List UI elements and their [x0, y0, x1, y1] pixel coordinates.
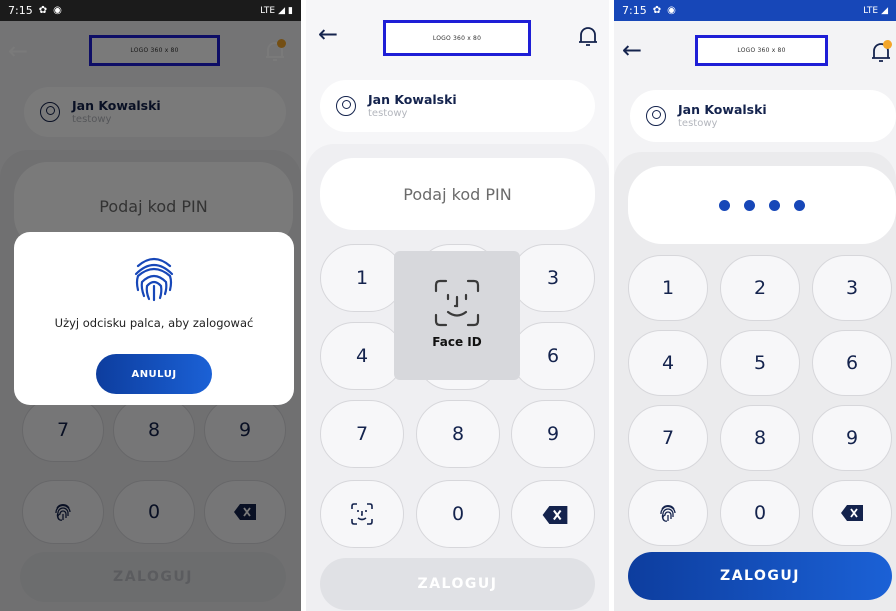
- key-5[interactable]: 5: [720, 330, 800, 396]
- key-1[interactable]: 1: [320, 244, 404, 312]
- key-2[interactable]: 2: [720, 255, 800, 321]
- fingerprint-key[interactable]: [628, 480, 708, 546]
- key-3[interactable]: 3: [511, 244, 595, 312]
- pin-display: [628, 166, 896, 244]
- settings-status-icon: ✿: [38, 4, 48, 16]
- network-label: LTE: [863, 5, 879, 16]
- pin-sheet: 1 2 3 4 5 6 7 8 9 0 ZALOGUJ: [614, 152, 896, 611]
- pin-dot: [794, 199, 805, 211]
- key-3[interactable]: 3: [812, 255, 892, 321]
- screen-pin-entered: 7:15 ✿ ◉ LTE ◢ ← LOGO 360 x 80 Jan Kowal…: [614, 0, 896, 611]
- cancel-button[interactable]: ANULUJ: [96, 354, 212, 394]
- signal-icon: ◢: [881, 5, 888, 16]
- fingerprint-icon: [660, 505, 676, 522]
- status-right: LTE ◢: [863, 6, 888, 16]
- signal-icon: ◢: [278, 5, 286, 16]
- header: ← LOGO 360 x 80: [306, 0, 609, 56]
- backspace-key[interactable]: [511, 480, 595, 548]
- pin-dots: [719, 199, 805, 211]
- bell-badge: [883, 40, 892, 49]
- pin-dot: [769, 199, 780, 211]
- bell-button[interactable]: [577, 24, 599, 48]
- back-button[interactable]: ←: [622, 38, 642, 62]
- user-card: Jan Kowalski testowy: [630, 90, 896, 142]
- faceid-key[interactable]: [320, 480, 404, 548]
- user-icon: [336, 96, 356, 116]
- faceid-caption: Face ID: [432, 335, 482, 349]
- key-7[interactable]: 7: [628, 405, 708, 471]
- user-card: Jan Kowalski testowy: [320, 80, 595, 132]
- notification-status-icon: ◉: [53, 4, 62, 16]
- faceid-overlay: Face ID: [394, 251, 520, 380]
- fingerprint-dialog: Użyj odcisku palca, aby zalogować ANULUJ: [14, 232, 294, 405]
- key-6[interactable]: 6: [511, 322, 595, 390]
- back-button[interactable]: ←: [318, 22, 338, 46]
- battery-icon: ▮: [288, 5, 293, 16]
- notification-status-icon: ◉: [667, 4, 676, 16]
- status-time: 7:15: [622, 4, 647, 17]
- key-8[interactable]: 8: [416, 400, 500, 468]
- faceid-icon: [351, 503, 373, 525]
- pin-dot: [744, 199, 755, 211]
- key-0[interactable]: 0: [720, 480, 800, 546]
- bell-button[interactable]: [870, 40, 892, 64]
- backspace-icon: [542, 506, 568, 524]
- status-bar: 7:15 ✿ ◉ LTE ◢ ▮: [0, 0, 301, 21]
- user-subtitle: testowy: [678, 118, 718, 129]
- network-label: LTE: [260, 5, 276, 16]
- status-right: LTE ◢ ▮: [260, 6, 293, 16]
- key-8[interactable]: 8: [720, 405, 800, 471]
- key-7[interactable]: 7: [320, 400, 404, 468]
- backspace-key[interactable]: [812, 480, 892, 546]
- user-subtitle: testowy: [368, 108, 408, 119]
- user-name: Jan Kowalski: [368, 92, 457, 107]
- logo-placeholder: LOGO 360 x 80: [695, 35, 828, 66]
- key-4[interactable]: 4: [628, 330, 708, 396]
- dialog-message: Użyj odcisku palca, aby zalogować: [54, 316, 254, 330]
- user-text: Jan Kowalski testowy: [368, 92, 457, 120]
- key-9[interactable]: 9: [812, 405, 892, 471]
- screens-stage: 7:15 ✿ ◉ LTE ◢ ▮ ← LOGO 360 x 80 Jan Kow…: [0, 0, 896, 611]
- screen-fingerprint-prompt: 7:15 ✿ ◉ LTE ◢ ▮ ← LOGO 360 x 80 Jan Kow…: [0, 0, 301, 611]
- key-0[interactable]: 0: [416, 480, 500, 548]
- pin-dot: [719, 199, 730, 211]
- key-6[interactable]: 6: [812, 330, 892, 396]
- backspace-icon: [841, 505, 863, 521]
- bell-icon: [579, 27, 597, 46]
- user-name: Jan Kowalski: [678, 102, 767, 117]
- status-time: 7:15: [8, 4, 33, 17]
- user-icon: [646, 106, 666, 126]
- status-bar: 7:15 ✿ ◉ LTE ◢: [614, 0, 896, 21]
- login-button[interactable]: ZALOGUJ: [320, 558, 595, 610]
- faceid-icon: [434, 279, 480, 327]
- screen-faceid: ← LOGO 360 x 80 Jan Kowalski testowy Pod…: [306, 0, 609, 611]
- key-9[interactable]: 9: [511, 400, 595, 468]
- key-1[interactable]: 1: [628, 255, 708, 321]
- logo-placeholder: LOGO 360 x 80: [383, 20, 531, 56]
- login-button[interactable]: ZALOGUJ: [628, 552, 892, 600]
- user-text: Jan Kowalski testowy: [678, 102, 767, 130]
- key-4[interactable]: 4: [320, 322, 404, 390]
- pin-display: Podaj kod PIN: [320, 158, 595, 230]
- settings-status-icon: ✿: [652, 4, 662, 16]
- fingerprint-icon: [134, 257, 174, 302]
- header: ← LOGO 360 x 80: [614, 30, 896, 76]
